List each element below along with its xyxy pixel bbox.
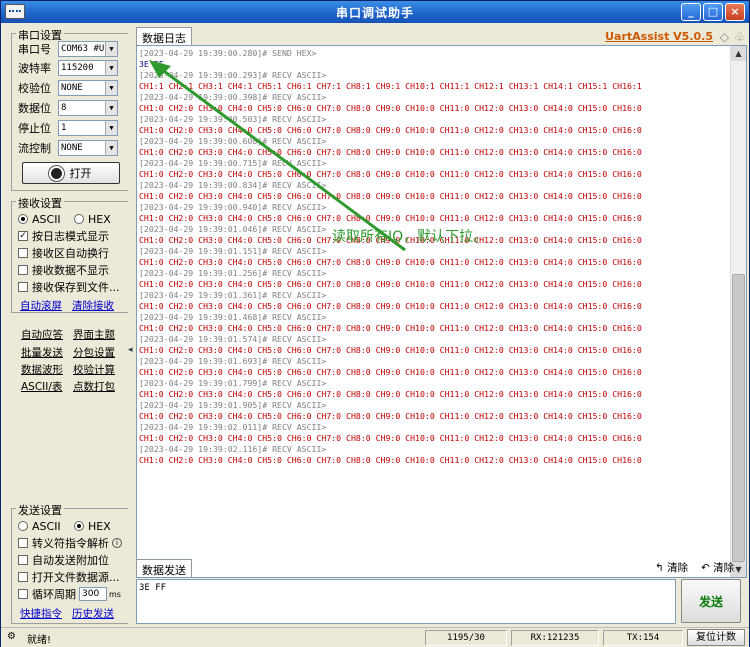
checkbox-icon (18, 265, 28, 275)
checkbox-icon (18, 589, 28, 599)
status-icon: ⚙ (7, 631, 16, 642)
send-settings-group: 发送设置 ASCII HEX 转义符指令解析 i 自动发送附加位 打开文件数据源.… (11, 502, 129, 624)
escape-checkbox[interactable]: 转义符指令解析 i (18, 534, 122, 552)
chevron-down-icon: ▼ (105, 42, 117, 56)
tx-counter: TX:154 (603, 630, 683, 646)
serial-settings-group: 串口设置 串口号 COM63 #US ▼ 波特率 115200 ▼ 校验位 NONE… (11, 27, 129, 191)
history-link[interactable]: 历史发送 (72, 606, 114, 621)
send-hex-radio[interactable]: HEX (74, 517, 111, 535)
title-bar[interactable]: 串口调试助手 _ □ × (1, 1, 749, 23)
auto-append-checkbox[interactable]: 自动发送附加位 (18, 551, 109, 569)
receive-settings-group: 接收设置 ASCII HEX ✓ 按日志模式显示 接收区自动换行 接收数据不显示 … (11, 195, 129, 313)
theme-link[interactable]: 界面主题 (73, 327, 115, 342)
radio-selected-icon (18, 214, 28, 224)
batch-send-link[interactable]: 批量发送 (21, 345, 63, 360)
send-ascii-radio[interactable]: ASCII (18, 517, 61, 535)
flow-label: 流控制 (18, 142, 51, 155)
bell-icon[interactable]: ♧ (734, 30, 745, 44)
scroll-thumb[interactable] (732, 274, 745, 562)
chevron-down-icon: ▼ (105, 61, 117, 75)
checkbox-icon (18, 555, 28, 565)
baud-label: 波特率 (18, 62, 51, 75)
panel-splitter[interactable]: ◂ (128, 27, 134, 627)
status-text: 就绪! (27, 635, 52, 646)
record-icon (50, 167, 62, 179)
tab-data-log[interactable]: 数据日志 (136, 27, 192, 45)
chevron-down-icon: ▼ (105, 101, 117, 115)
receive-settings-legend: 接收设置 (16, 195, 64, 211)
chevron-down-icon: ▼ (105, 141, 117, 155)
dot-print-link[interactable]: 点数打包 (73, 379, 115, 394)
checksum-link[interactable]: 校验计算 (73, 362, 115, 377)
split-display-link[interactable]: 分包设置 (73, 345, 115, 360)
parity-label: 校验位 (18, 82, 51, 95)
receive-log[interactable]: [2023-04-29 19:39:00.280]# SEND HEX>3E F… (136, 45, 747, 578)
clear-receive-link[interactable]: 清除接收 (72, 298, 114, 313)
main-panel: 数据日志 UartAssist V5.0.5 ◇ ♧ [2023-04-29 1… (135, 27, 747, 624)
databits-select[interactable]: 8 ▼ (58, 100, 118, 116)
checkmark-icon: ✓ (18, 231, 28, 241)
auto-scroll-link[interactable]: 自动滚屏 (20, 298, 62, 313)
port-label: 串口号 (18, 43, 51, 56)
open-file-checkbox[interactable]: 打开文件数据源... (18, 568, 120, 586)
recv-hex-radio[interactable]: HEX (74, 210, 111, 228)
log-mode-checkbox[interactable]: ✓ 按日志模式显示 (18, 227, 109, 245)
return-arrow-icon: ↶ (701, 562, 710, 574)
clear-all-button[interactable]: ↶ 清除 (701, 560, 734, 575)
left-panel: 串口设置 串口号 COM63 #US ▼ 波特率 115200 ▼ 校验位 NONE… (11, 27, 129, 624)
baud-select[interactable]: 115200 ▼ (58, 60, 118, 76)
checkbox-icon (18, 248, 28, 258)
auto-reply-link[interactable]: 自动应答 (21, 327, 63, 342)
stopbits-label: 停止位 (18, 122, 51, 135)
reset-count-button[interactable]: 复位计数 (687, 629, 745, 646)
open-port-button[interactable]: 打开 (22, 162, 120, 184)
radio-icon (18, 521, 28, 531)
port-select[interactable]: COM63 #US ▼ (58, 41, 118, 57)
waveform-link[interactable]: 数据波形 (21, 362, 63, 377)
clear-send-button[interactable]: ↰ 清除 (655, 560, 688, 575)
close-button[interactable]: × (725, 3, 745, 21)
rx-counter: RX:121235 (511, 630, 599, 646)
flow-select[interactable]: NONE ▼ (58, 140, 118, 156)
window-title: 串口调试助手 (335, 6, 414, 20)
collapse-arrow-icon: ◂ (128, 345, 133, 355)
shortcuts-link[interactable]: 快捷指令 (20, 606, 62, 621)
tab-data-send[interactable]: 数据发送 (136, 559, 192, 577)
log-scrollbar[interactable]: ▲ ▼ (730, 46, 746, 577)
main-window: 串口调试助手 _ □ × 串口设置 串口号 COM63 #US ▼ 波特率 115… (0, 0, 750, 647)
maximize-button[interactable]: □ (703, 3, 723, 21)
checkbox-icon (18, 282, 28, 292)
recv-ascii-radio[interactable]: ASCII (18, 210, 61, 228)
info-icon[interactable]: i (112, 538, 122, 548)
send-input[interactable]: 3E FF (136, 579, 676, 624)
loop-period-input[interactable]: 300 (79, 587, 107, 601)
auto-wrap-checkbox[interactable]: 接收区自动换行 (18, 244, 109, 262)
checkbox-icon (18, 538, 28, 548)
databits-label: 数据位 (18, 102, 51, 115)
packet-counter: 1195/30 (425, 630, 507, 646)
chevron-down-icon: ▼ (105, 121, 117, 135)
chevron-down-icon: ▼ (105, 81, 117, 95)
parity-select[interactable]: NONE ▼ (58, 80, 118, 96)
ascii-table-link[interactable]: ASCII/表 (21, 379, 62, 394)
stopbits-select[interactable]: 1 ▼ (58, 120, 118, 136)
annotation-arrow (149, 60, 406, 252)
brand-link[interactable]: UartAssist V5.0.5 (605, 30, 713, 43)
checkbox-icon (18, 572, 28, 582)
undo-arrow-icon: ↰ (655, 562, 664, 574)
send-settings-legend: 发送设置 (16, 502, 64, 518)
loop-checkbox[interactable]: 循环周期 300 ms (18, 585, 121, 603)
save-file-checkbox[interactable]: 接收保存到文件... (18, 278, 120, 296)
minimize-button[interactable]: _ (681, 3, 701, 21)
diamond-icon[interactable]: ◇ (720, 30, 729, 44)
scroll-up-icon: ▲ (731, 46, 746, 61)
send-button[interactable]: 发送 (681, 579, 741, 623)
radio-icon (74, 214, 84, 224)
hide-data-checkbox[interactable]: 接收数据不显示 (18, 261, 109, 279)
status-bar: ⚙ 就绪! 1195/30 RX:121235 TX:154 复位计数 (1, 627, 749, 647)
radio-selected-icon (74, 521, 84, 531)
